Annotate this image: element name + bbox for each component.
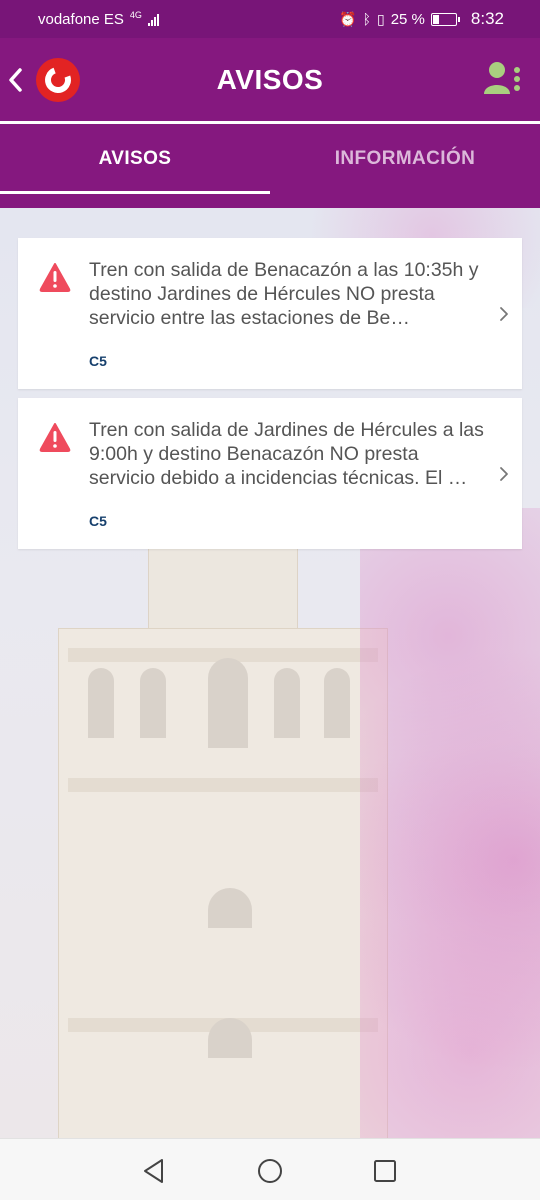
alert-card[interactable]: Tren con salida de Benacazón a las 10:35… bbox=[18, 238, 522, 389]
alert-text: Tren con salida de Benacazón a las 10:35… bbox=[89, 259, 479, 329]
system-nav-bar bbox=[0, 1138, 540, 1200]
status-right: ⏰ ᛒ ▯ 25 % 8:32 bbox=[339, 9, 504, 29]
carrier-name: vodafone ES bbox=[38, 10, 124, 28]
battery-percent: 25 % bbox=[390, 10, 425, 28]
status-left: vodafone ES 4G bbox=[38, 9, 159, 28]
content-area: Tren con salida de Benacazón a las 10:35… bbox=[0, 208, 540, 1138]
chevron-right-icon bbox=[500, 307, 508, 321]
recent-apps-icon[interactable] bbox=[371, 1157, 399, 1185]
home-circle-icon[interactable] bbox=[256, 1157, 284, 1185]
alert-line-badge: C5 bbox=[89, 353, 107, 369]
status-time: 8:32 bbox=[470, 9, 504, 28]
tab-bar: AVISOS INFORMACIÓN bbox=[0, 124, 540, 208]
vibrate-icon: ▯ bbox=[376, 10, 385, 27]
chevron-left-icon[interactable] bbox=[6, 66, 24, 94]
battery-icon bbox=[430, 12, 460, 26]
network-type: 4G bbox=[129, 9, 142, 20]
app-logo bbox=[36, 58, 80, 102]
alert-list: Tren con salida de Benacazón a las 10:35… bbox=[18, 238, 522, 558]
alert-line-badge: C5 bbox=[89, 513, 107, 529]
warning-triangle-icon bbox=[39, 263, 71, 292]
background-tower bbox=[28, 548, 408, 1138]
alert-text: Tren con salida de Jardines de Hércules … bbox=[89, 419, 484, 489]
chevron-right-icon bbox=[500, 467, 508, 481]
warning-triangle-icon bbox=[39, 423, 71, 452]
tab-avisos[interactable]: AVISOS bbox=[0, 124, 270, 208]
background-flowers-side bbox=[360, 508, 540, 1138]
page-title: AVISOS bbox=[216, 63, 324, 95]
user-menu-icon[interactable] bbox=[482, 60, 522, 98]
logo-ring bbox=[40, 62, 76, 98]
tab-informacion[interactable]: INFORMACIÓN bbox=[270, 124, 540, 208]
app-header: AVISOS bbox=[0, 38, 540, 121]
status-bar: vodafone ES 4G ⏰ ᛒ ▯ 25 % 8:32 bbox=[0, 0, 540, 38]
back-triangle-icon[interactable] bbox=[140, 1157, 168, 1185]
signal-icon bbox=[147, 13, 159, 26]
bluetooth-icon: ᛒ bbox=[362, 11, 371, 27]
alert-card[interactable]: Tren con salida de Jardines de Hércules … bbox=[18, 398, 522, 549]
alarm-icon: ⏰ bbox=[339, 10, 357, 27]
